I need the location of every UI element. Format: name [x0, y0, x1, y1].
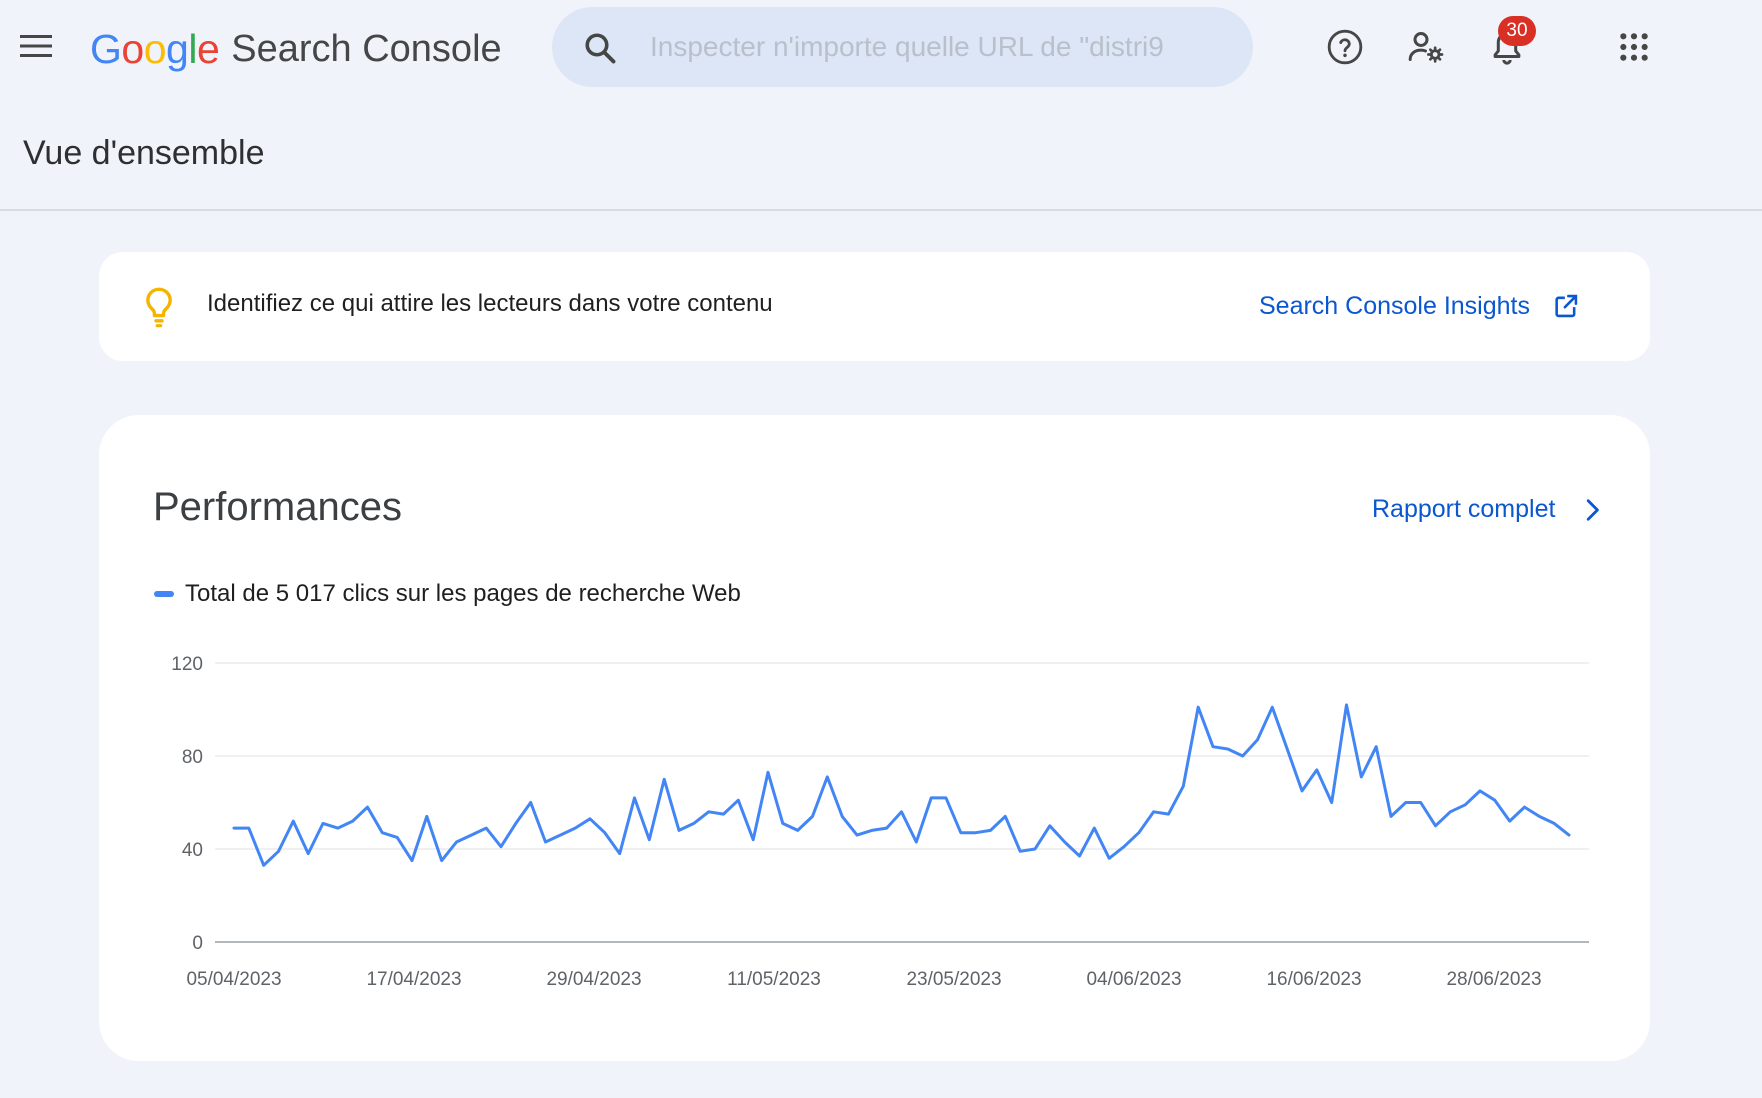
clicks-line-chart[interactable]: 0 40 80 120 05/04/2023 17/04/2023 29/04/2023 11…: [99, 415, 1650, 1061]
y-tick-label: 40: [182, 840, 203, 861]
search-icon[interactable]: [582, 30, 618, 66]
y-tick-label: 120: [171, 654, 203, 675]
x-tick-label: 05/04/2023: [186, 969, 281, 990]
y-tick-label: 80: [182, 747, 203, 768]
google-wordmark: Google: [90, 25, 220, 72]
x-tick-label: 23/05/2023: [906, 969, 1001, 990]
search-console-logo[interactable]: Google Search Console: [90, 24, 502, 74]
product-name: Search Console: [231, 27, 502, 70]
search-console-insights-link[interactable]: Search Console Insights: [1259, 292, 1530, 321]
url-inspection-input[interactable]: [650, 25, 1210, 69]
menu-icon: [20, 35, 52, 57]
url-inspection-search[interactable]: [552, 7, 1253, 87]
google-apps-button[interactable]: [1609, 22, 1659, 72]
x-tick-label: 11/05/2023: [727, 969, 821, 990]
insights-banner: Identifiez ce qui attire les lecteurs da…: [99, 252, 1650, 361]
apps-grid-icon: [1620, 33, 1648, 61]
top-app-bar: Google Search Console 30: [0, 0, 1762, 96]
lightbulb-icon: [146, 287, 172, 328]
main-menu-button[interactable]: [14, 24, 58, 68]
clicks-series-line: [232, 703, 1571, 867]
x-tick-label: 29/04/2023: [546, 969, 641, 990]
header-divider: [0, 209, 1762, 211]
x-tick-label: 04/06/2023: [1086, 969, 1181, 990]
y-tick-label: 0: [192, 933, 203, 954]
performance-card: Performances Rapport complet Total de 5 …: [99, 415, 1650, 1061]
page-title: Vue d'ensemble: [23, 134, 265, 172]
help-button[interactable]: [1320, 22, 1370, 72]
manage-users-icon: [1408, 32, 1444, 63]
help-icon: [1327, 29, 1363, 65]
manage-users-button[interactable]: [1401, 22, 1451, 72]
x-tick-label: 28/06/2023: [1446, 969, 1541, 990]
insights-description: Identifiez ce qui attire les lecteurs da…: [207, 290, 773, 317]
x-tick-label: 17/04/2023: [366, 969, 461, 990]
x-tick-label: 16/06/2023: [1266, 969, 1361, 990]
open-in-new-icon[interactable]: [1552, 292, 1580, 320]
notification-count-badge: 30: [1498, 16, 1536, 46]
